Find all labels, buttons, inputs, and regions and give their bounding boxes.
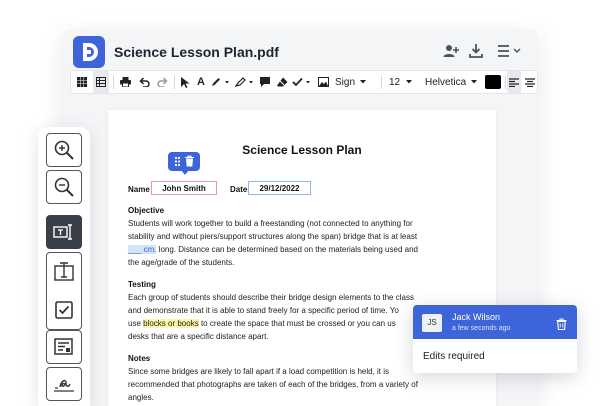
text-field-icon (53, 224, 72, 240)
comment-text: Edits required (423, 351, 485, 362)
checkbox-tool[interactable] (47, 291, 81, 329)
text-color-swatch[interactable] (484, 71, 502, 93)
comment-author: Jack Wilson (452, 312, 501, 322)
checkbox-icon (55, 301, 73, 319)
comment-icon[interactable] (258, 71, 272, 93)
testing-line-pre: use (128, 319, 144, 328)
name-label: Name (128, 185, 150, 194)
download-icon[interactable] (467, 42, 485, 60)
zoom-in-icon (54, 140, 74, 160)
form-field-icon (54, 338, 73, 355)
name-field[interactable]: John Smith (151, 181, 217, 195)
print-icon[interactable] (117, 71, 133, 93)
signature-tool[interactable] (46, 367, 82, 401)
testing-line: and demonstrate that it is able to stand… (128, 306, 399, 315)
testing-line: use blocks or books to create the space … (128, 317, 444, 330)
font-size-value: 12 (389, 76, 401, 88)
text-icon[interactable]: A (194, 71, 208, 93)
blocks-highlight[interactable]: blocks or books (143, 319, 199, 328)
testing-paragraph: Each group of students should describe t… (128, 291, 444, 343)
font-size-dropdown[interactable]: 12 (389, 71, 415, 93)
menu-icon[interactable] (495, 42, 525, 60)
testing-line: Each group of students should describe t… (128, 293, 414, 302)
chevron-down-icon (471, 80, 478, 84)
notes-line: recommended that photographs are taken o… (128, 380, 418, 389)
chevron-down-icon (360, 80, 367, 84)
app-logo (73, 36, 105, 68)
text-box-tool[interactable] (47, 253, 81, 291)
text-field-tool[interactable] (46, 215, 82, 249)
font-family-value: Helvetica (425, 76, 467, 88)
toolbar-divider (113, 75, 114, 89)
delete-field-icon[interactable] (185, 155, 194, 167)
testing-line: desks that are a specific distance apart… (128, 332, 269, 341)
stage: Science Lesson Plan.pdf A Sign 12 Helvet… (0, 0, 616, 406)
form-field-tool[interactable] (46, 330, 82, 364)
zoom-out-button[interactable] (46, 170, 82, 204)
length-blank-highlight[interactable]: ___ cm. (128, 245, 157, 254)
signature-icon (54, 379, 74, 392)
page-layout-icon[interactable] (93, 71, 109, 93)
toolbar-divider (381, 75, 382, 89)
sign-label: Sign (335, 76, 356, 88)
objective-line: the age/grade of the students. (128, 258, 235, 267)
tool-panel (38, 127, 90, 406)
title-bar: Science Lesson Plan.pdf (63, 30, 538, 72)
grid-view-icon[interactable] (74, 71, 90, 93)
color-swatch (485, 75, 501, 89)
comment-timestamp: a few seconds ago (452, 325, 511, 332)
testing-title: Testing (128, 280, 156, 289)
image-icon[interactable] (315, 71, 331, 93)
document-title: Science Lesson Plan.pdf (114, 44, 279, 60)
align-center-icon[interactable] (523, 71, 537, 93)
zoom-out-icon (54, 177, 74, 197)
notes-title: Notes (128, 354, 151, 363)
align-left-icon[interactable] (507, 71, 521, 93)
font-family-dropdown[interactable]: Helvetica (425, 71, 483, 93)
objective-title: Objective (128, 206, 165, 215)
delete-comment-icon[interactable] (556, 317, 567, 335)
date-label: Date (230, 185, 248, 194)
comment-popup[interactable]: JS Jack Wilson a few seconds ago Edits r… (413, 305, 577, 373)
sign-dropdown[interactable]: Sign (335, 71, 377, 93)
redo-icon[interactable] (154, 71, 170, 93)
notes-line: Since some bridges are likely to fall ap… (128, 367, 390, 376)
notes-paragraph: Since some bridges are likely to fall ap… (128, 365, 444, 404)
comment-header: JS Jack Wilson a few seconds ago (413, 305, 577, 339)
chevron-down-icon (406, 80, 413, 84)
pointer-icon[interactable] (178, 71, 192, 93)
checkmark-icon[interactable] (291, 71, 313, 93)
eraser-icon[interactable] (275, 71, 289, 93)
toolbar: A Sign 12 Helvetica (70, 70, 538, 94)
toolbar-divider (505, 75, 506, 89)
text-box-icon (54, 262, 74, 281)
tool-group (46, 252, 82, 330)
undo-icon[interactable] (136, 71, 152, 93)
objective-line-rest: long. Distance can be determined based o… (156, 245, 418, 254)
notes-line: angles. (128, 393, 154, 402)
zoom-in-button[interactable] (46, 133, 82, 167)
field-action-pill (168, 152, 200, 175)
testing-line-post: to create the space that must be crossed… (198, 319, 396, 328)
objective-paragraph: Students will work together to build a f… (128, 217, 444, 269)
objective-line: ___ cm. long. Distance can be determined… (128, 243, 444, 256)
highlighter-icon[interactable] (234, 71, 256, 93)
objective-line: stability and without piers/support stru… (128, 232, 418, 241)
objective-line: Students will work together to build a f… (128, 219, 413, 228)
toolbar-divider (174, 75, 175, 89)
avatar: JS (422, 314, 442, 332)
pen-icon[interactable] (210, 71, 232, 93)
date-field[interactable]: 29/12/2022 (248, 181, 311, 195)
add-user-icon[interactable] (442, 42, 460, 60)
document-heading: Science Lesson Plan (242, 143, 362, 157)
drag-handle-icon[interactable] (174, 156, 181, 167)
